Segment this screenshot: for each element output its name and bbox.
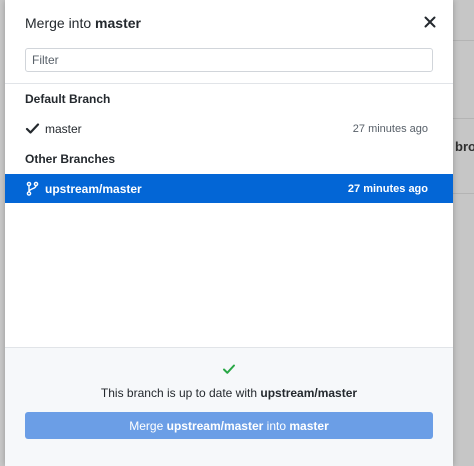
branch-time: 27 minutes ago xyxy=(352,123,428,135)
other-branches-header: Other Branches xyxy=(25,152,116,166)
check-icon xyxy=(223,364,235,374)
close-button[interactable] xyxy=(422,14,438,30)
branch-row-upstream-master[interactable]: upstream/master 27 minutes ago xyxy=(5,174,453,203)
check-icon xyxy=(25,123,40,134)
branch-time: 27 minutes ago xyxy=(347,183,428,195)
merge-button-source: upstream/master xyxy=(166,418,264,433)
merge-dialog: Merge into master Default Branch master … xyxy=(5,0,453,466)
close-icon xyxy=(424,16,436,28)
filter-input[interactable] xyxy=(25,48,433,72)
filter-divider xyxy=(5,83,453,84)
dialog-title-branch: master xyxy=(95,15,141,31)
status-branch: upstream/master xyxy=(260,386,358,400)
merge-status-text: This branch is up to date with upstream/… xyxy=(5,386,453,400)
merge-button-middle: into xyxy=(266,418,287,433)
git-branch-icon xyxy=(26,181,39,196)
merge-footer: This branch is up to date with upstream/… xyxy=(5,348,453,466)
status-prefix: This branch is up to date with xyxy=(100,386,258,400)
dialog-title: Merge into master xyxy=(25,15,141,31)
dialog-header: Merge into master xyxy=(5,0,453,42)
merge-button[interactable]: Merge upstream/master into master xyxy=(25,412,433,439)
merge-button-prefix: Merge xyxy=(129,418,164,433)
background-peek-text: bro xyxy=(455,139,474,154)
branch-name: master xyxy=(45,122,82,136)
default-branch-header: Default Branch xyxy=(25,92,111,106)
dialog-title-prefix: Merge into xyxy=(25,15,92,31)
branch-name: upstream/master xyxy=(45,182,142,196)
branch-row-master[interactable]: master 27 minutes ago xyxy=(5,114,453,143)
merge-button-target: master xyxy=(289,418,329,433)
